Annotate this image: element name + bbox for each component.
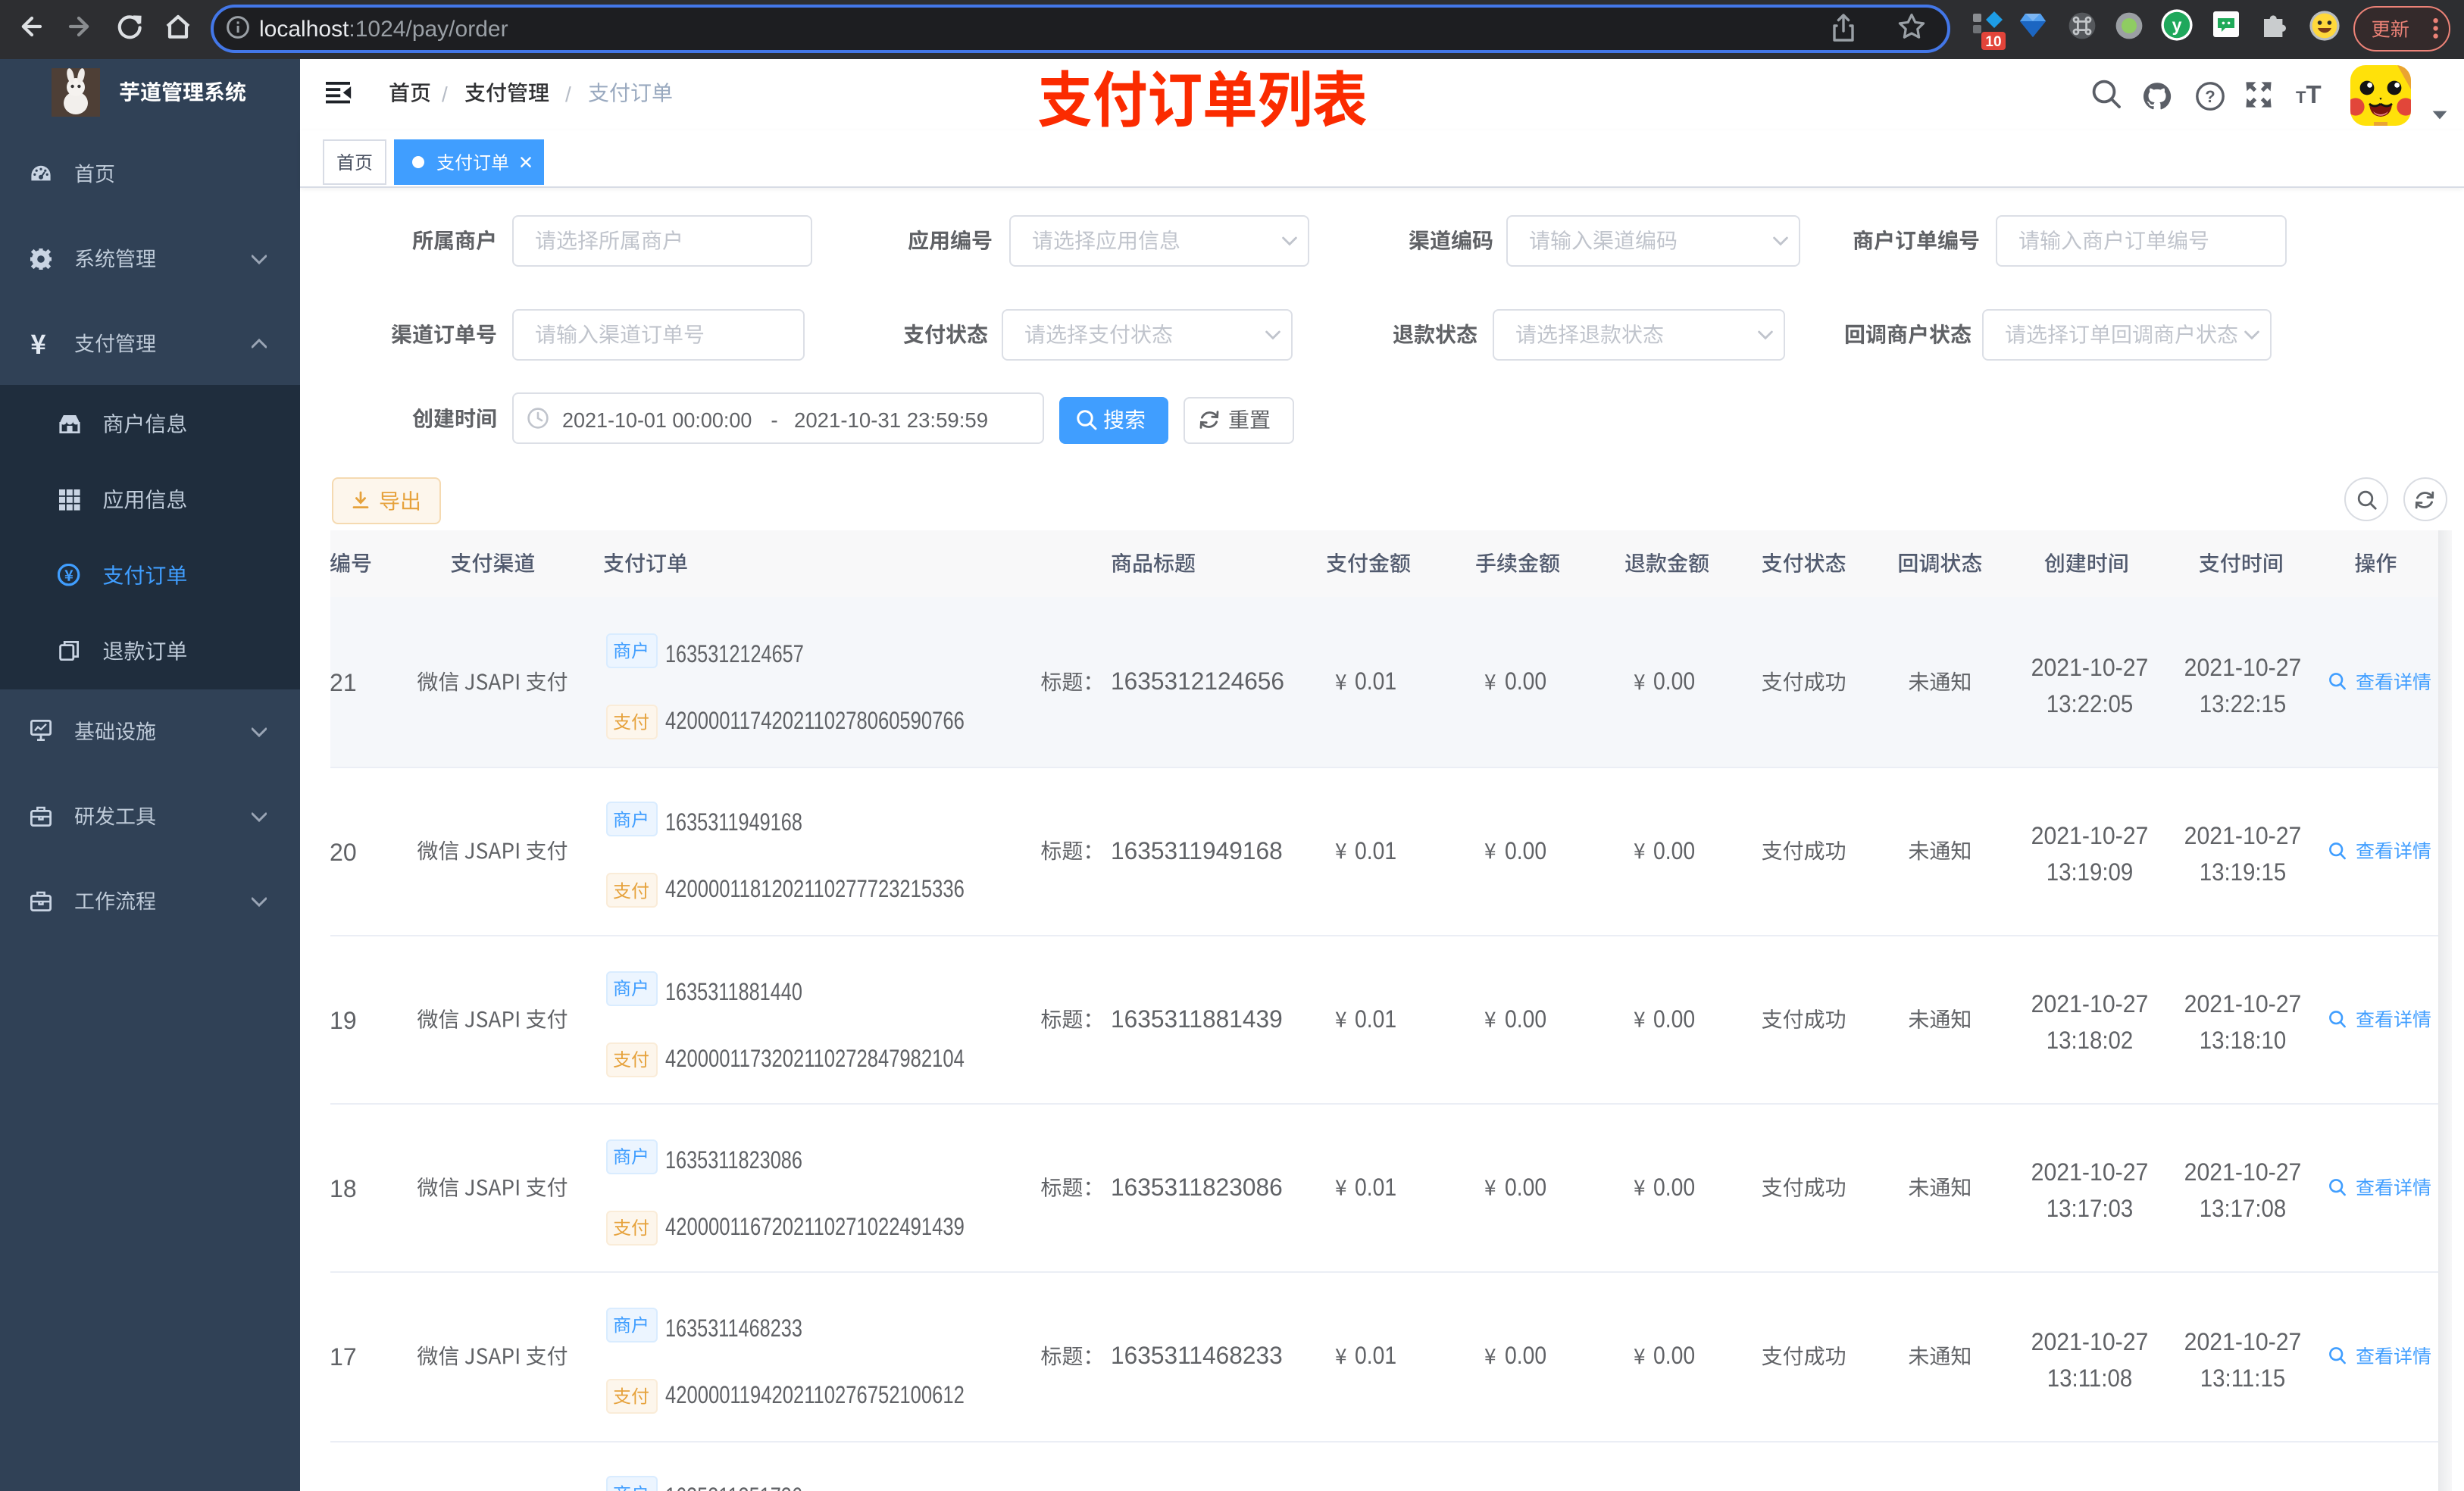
- svg-text:10: 10: [1985, 34, 2001, 50]
- svg-text:?: ?: [2204, 86, 2214, 105]
- svg-text:y: y: [2172, 15, 2182, 35]
